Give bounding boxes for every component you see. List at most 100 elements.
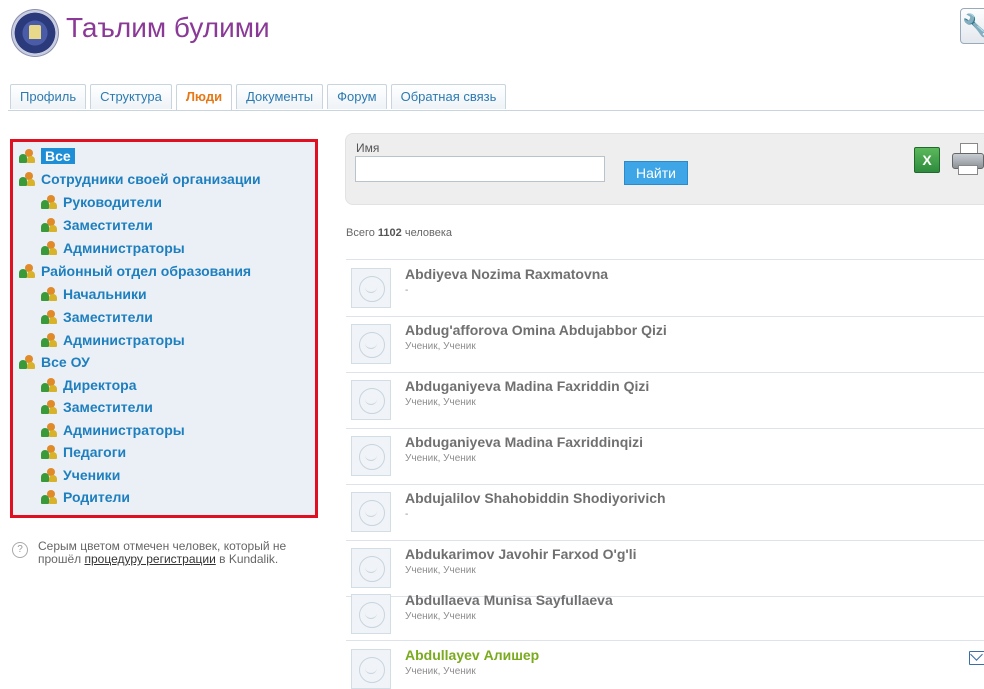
- group-icon: [41, 490, 57, 504]
- tree-item-label: Заместители: [63, 309, 153, 325]
- tree-item-managers[interactable]: Руководители: [41, 191, 162, 213]
- tree-item-label: Родители: [63, 489, 130, 505]
- tab-profile[interactable]: Профиль: [10, 84, 87, 109]
- name-label: Имя: [356, 141, 380, 155]
- avatar[interactable]: [351, 324, 391, 364]
- person-row: Abduganiyeva Madina Faxriddin Qizi Учени…: [346, 372, 984, 429]
- group-icon: [41, 310, 57, 324]
- avatar[interactable]: [351, 548, 391, 588]
- total-suffix: человека: [401, 227, 452, 239]
- person-name-link[interactable]: Abduganiyeva Madina Faxriddinqizi: [405, 434, 643, 450]
- person-name-link[interactable]: Abdukarimov Javohir Farxod O'g'li: [405, 546, 637, 562]
- tree-item-admins[interactable]: Администраторы: [41, 419, 185, 441]
- tree-item-chiefs[interactable]: Начальники: [41, 283, 147, 305]
- tab-people[interactable]: Люди: [175, 84, 233, 110]
- person-role: -: [405, 285, 409, 296]
- tree-item-label: Все ОУ: [41, 354, 90, 370]
- avatar[interactable]: [351, 649, 391, 689]
- help-text: Серым цветом отмечен человек, который не…: [38, 540, 318, 566]
- total-number: 1102: [377, 227, 402, 239]
- avatar[interactable]: [351, 492, 391, 532]
- wrench-icon[interactable]: 🔧: [960, 8, 984, 44]
- person-role: Ученик, Ученик: [405, 453, 476, 464]
- tree-item-label: Сотрудники своей организации: [41, 171, 261, 187]
- person-name-link[interactable]: Abdujalilov Shahobiddin Shodiyorivich: [405, 490, 666, 506]
- person-row: Abdujalilov Shahobiddin Shodiyorivich -: [346, 484, 984, 541]
- tree-item-parents[interactable]: Родители: [41, 486, 130, 508]
- group-icon: [41, 378, 57, 392]
- tree-item-all-schools[interactable]: Все ОУ: [19, 351, 90, 373]
- tree-item-label: Все: [41, 148, 75, 164]
- tab-structure[interactable]: Структура: [90, 84, 172, 109]
- tree-item-label: Администраторы: [63, 422, 185, 438]
- tab-forum[interactable]: Форум: [327, 84, 387, 109]
- tree-item-teachers[interactable]: Педагоги: [41, 441, 126, 463]
- excel-export-icon[interactable]: X: [914, 147, 940, 173]
- tree-item-directors[interactable]: Директора: [41, 374, 137, 396]
- tree-item-district-dept[interactable]: Районный отдел образования: [19, 260, 251, 282]
- avatar[interactable]: [351, 268, 391, 308]
- tree-item-all[interactable]: Все: [19, 145, 75, 167]
- person-name-link[interactable]: Abdullayev Алишер: [405, 647, 539, 663]
- tree-item-label: Заместители: [63, 399, 153, 415]
- person-role: Ученик, Ученик: [405, 341, 476, 352]
- registration-link[interactable]: процедуру регистрации: [84, 552, 215, 566]
- tree-item-label: Начальники: [63, 286, 147, 302]
- group-icon: [41, 241, 57, 255]
- person-role: Ученик, Ученик: [405, 611, 476, 622]
- name-search-input[interactable]: [355, 156, 605, 182]
- question-icon: ?: [12, 542, 28, 558]
- avatar[interactable]: [351, 594, 391, 634]
- group-icon: [19, 355, 35, 369]
- tree-item-deputies[interactable]: Заместители: [41, 306, 153, 328]
- people-group-tree: Все Сотрудники своей организации Руковод…: [10, 139, 318, 518]
- tree-item-admins[interactable]: Администраторы: [41, 329, 185, 351]
- person-role: -: [405, 509, 409, 520]
- printer-icon[interactable]: [952, 143, 984, 175]
- person-role: Ученик, Ученик: [405, 397, 476, 408]
- tree-item-students[interactable]: Ученики: [41, 464, 120, 486]
- avatar[interactable]: [351, 436, 391, 476]
- group-icon: [41, 445, 57, 459]
- tab-documents[interactable]: Документы: [236, 84, 324, 109]
- avatar[interactable]: [351, 380, 391, 420]
- person-name-link[interactable]: Abduganiyeva Madina Faxriddin Qizi: [405, 378, 649, 394]
- tree-item-admins[interactable]: Администраторы: [41, 237, 185, 259]
- tree-item-deputies[interactable]: Заместители: [41, 214, 153, 236]
- tree-item-label: Администраторы: [63, 332, 185, 348]
- tree-item-own-staff[interactable]: Сотрудники своей организации: [19, 168, 261, 190]
- person-name-link[interactable]: Abdiyeva Nozima Raxmatovna: [405, 266, 608, 282]
- envelope-icon[interactable]: [969, 651, 984, 665]
- find-button[interactable]: Найти: [624, 161, 688, 185]
- tree-item-label: Педагоги: [63, 444, 127, 460]
- tree-item-label: Заместители: [63, 217, 153, 233]
- group-icon: [41, 218, 57, 232]
- tabs-divider: [8, 110, 984, 111]
- printer-paper-out: [958, 165, 978, 175]
- tab-feedback[interactable]: Обратная связь: [390, 84, 507, 109]
- person-name-link[interactable]: Abdullaeva Munisa Sayfullaeva: [405, 592, 613, 608]
- school-emblem-icon: [12, 10, 58, 56]
- group-icon: [41, 333, 57, 347]
- group-icon: [41, 195, 57, 209]
- person-role: Ученик, Ученик: [405, 666, 476, 677]
- person-row: Abduganiyeva Madina Faxriddinqizi Ученик…: [346, 428, 984, 485]
- group-icon: [19, 149, 35, 163]
- group-icon: [41, 400, 57, 414]
- tree-item-label: Районный отдел образования: [41, 263, 252, 279]
- group-icon: [41, 287, 57, 301]
- tree-item-label: Администраторы: [63, 240, 185, 256]
- group-icon: [19, 264, 35, 278]
- tree-item-label: Ученики: [63, 467, 121, 483]
- group-icon: [41, 423, 57, 437]
- tree-item-deputies[interactable]: Заместители: [41, 396, 153, 418]
- tree-item-label: Директора: [63, 377, 137, 393]
- group-icon: [19, 172, 35, 186]
- person-row: Abdullayev Алишер Ученик, Ученик: [346, 641, 984, 689]
- group-icon: [41, 468, 57, 482]
- person-row: Abdiyeva Nozima Raxmatovna -: [346, 260, 984, 317]
- page-title: Таълим булими: [66, 12, 270, 43]
- person-row: Abdullaeva Munisa Sayfullaeva Ученик, Уч…: [346, 586, 984, 641]
- person-name-link[interactable]: Abdug'afforova Omina Abdujabbor Qizi: [405, 322, 667, 338]
- page-header: Таълим булими 🔧: [0, 0, 984, 60]
